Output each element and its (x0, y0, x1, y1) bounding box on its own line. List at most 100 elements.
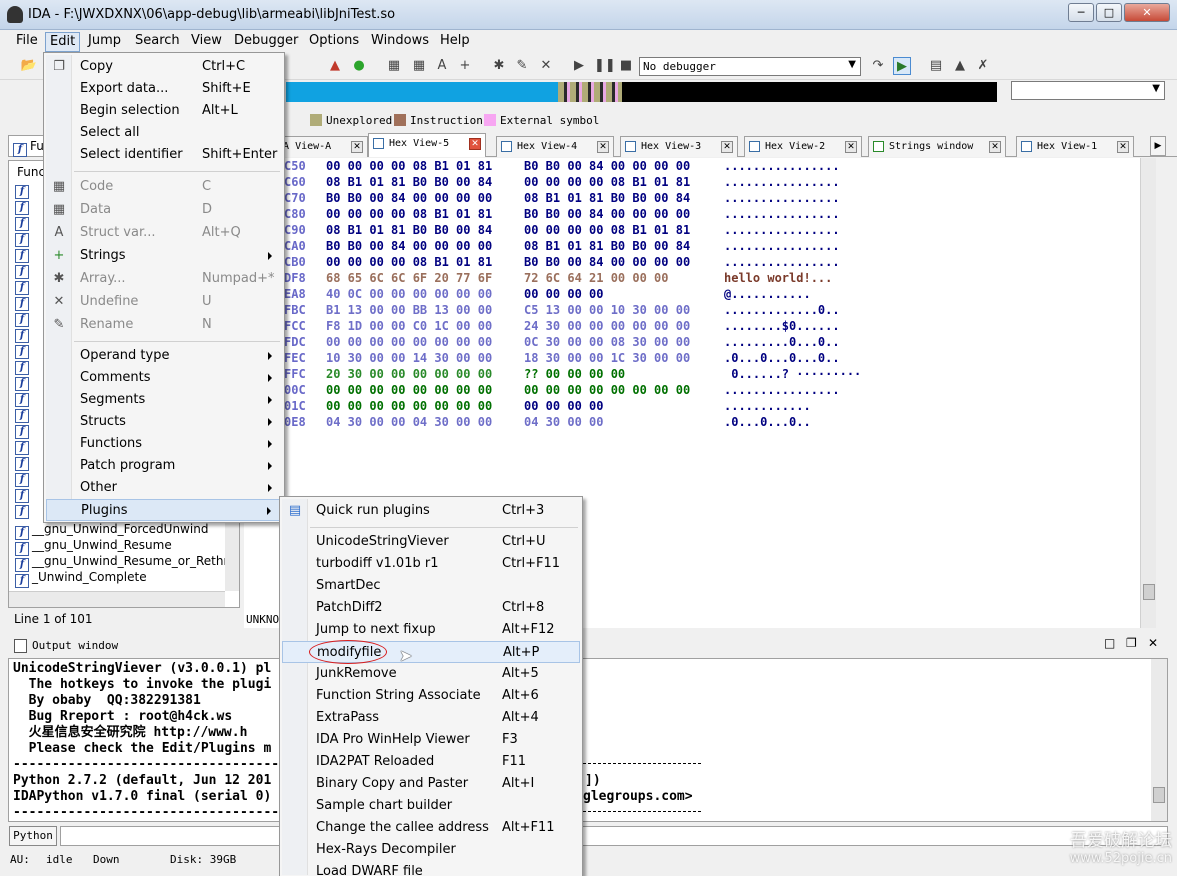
menu-item-functions[interactable]: Functions (46, 433, 282, 455)
menu-file[interactable]: File (12, 32, 42, 50)
menu-item-struct-var[interactable]: A Struct var... Alt+Q (46, 222, 282, 244)
plugin-item[interactable]: Change the callee address Alt+F11 (282, 817, 580, 839)
green-circle-icon[interactable]: ● (350, 57, 368, 75)
output-vscrollbar[interactable] (1151, 659, 1167, 821)
plugin-item[interactable]: Load DWARF file (282, 861, 580, 875)
data-icon[interactable]: ▦ (410, 57, 428, 75)
plugin-item[interactable]: IDA Pro WinHelp Viewer F3 (282, 729, 580, 751)
menu-item-comments[interactable]: Comments (46, 367, 282, 389)
ascii-icon[interactable]: A (433, 57, 451, 75)
function-row[interactable]: f __gnu_Unwind_ForcedUnwind (15, 521, 208, 540)
close-icon[interactable]: ✕ (721, 141, 733, 153)
struct-icon[interactable]: ✱ (490, 57, 508, 75)
plus-icon[interactable]: + (456, 57, 474, 75)
pane-close-icon[interactable]: ✕ (1148, 636, 1158, 650)
menu-item-copy[interactable]: ❐ Copy Ctrl+C (46, 56, 282, 78)
list-icon[interactable]: ▤ (927, 57, 945, 75)
hex-vscrollbar[interactable] (1140, 158, 1156, 628)
close-icon[interactable]: ✕ (597, 141, 609, 153)
plugin-item[interactable]: Function String Associate Alt+6 (282, 685, 580, 707)
menu-debugger[interactable]: Debugger (230, 32, 302, 50)
hex-bytes: 08 B1 01 81 B0 B0 00 84 (326, 223, 493, 237)
plugin-item[interactable]: JunkRemove Alt+5 (282, 663, 580, 685)
debugger-select[interactable]: No debugger ▼ (639, 57, 861, 76)
minimize-button[interactable]: ─ (1068, 3, 1094, 22)
debug-run-icon[interactable]: ▶ (893, 57, 911, 75)
menu-options[interactable]: Options (305, 32, 363, 50)
python-command-input[interactable] (60, 826, 1168, 846)
functions-hscrollbar[interactable] (9, 591, 225, 607)
tab-strings-window[interactable]: Strings window ✕ (868, 136, 1006, 157)
breakpoint-icon[interactable]: ▲ (951, 57, 969, 75)
rename-icon[interactable]: ✎ (513, 57, 531, 75)
menu-item-select-identifier[interactable]: Select identifier Shift+Enter (46, 144, 282, 166)
menu-item-plugins[interactable]: Plugins (46, 499, 282, 521)
menu-item-data[interactable]: ▦ Data D (46, 199, 282, 221)
menu-item-undefine[interactable]: ✕ Undefine U (46, 291, 282, 313)
python-button[interactable]: Python (9, 826, 57, 846)
attach-icon[interactable]: ↷ (869, 57, 887, 75)
tab-hex-view-1[interactable]: Hex View-1 ✕ (1016, 136, 1134, 157)
menu-search[interactable]: Search (131, 32, 184, 50)
open-icon[interactable]: 📂 (20, 57, 38, 75)
menu-item-export-data[interactable]: Export data... Shift+E (46, 78, 282, 100)
plugin-item[interactable]: IDA2PAT Reloaded F11 (282, 751, 580, 773)
menu-item-strings[interactable]: + Strings (46, 245, 282, 267)
pause-icon[interactable]: ❚❚ (594, 57, 616, 75)
menu-item-begin-selection[interactable]: Begin selection Alt+L (46, 100, 282, 122)
close-icon[interactable]: ✕ (845, 141, 857, 153)
menu-jump[interactable]: Jump (84, 32, 125, 50)
plugin-item[interactable]: SmartDec (282, 575, 580, 597)
output-window[interactable]: UnicodeStringViever (v3.0.0.1) pl The ho… (8, 658, 1168, 822)
plugin-item[interactable]: PatchDiff2 Ctrl+8 (282, 597, 580, 619)
close-icon[interactable]: ✕ (351, 141, 363, 153)
close-icon[interactable]: ✕ (469, 138, 481, 150)
close-button[interactable]: ✕ (1124, 3, 1170, 22)
menu-item-array[interactable]: ✱ Array... Numpad+* (46, 268, 282, 290)
plugin-item[interactable]: Sample chart builder (282, 795, 580, 817)
scroll-thumb[interactable] (1143, 584, 1155, 600)
menu-item-segments[interactable]: Segments (46, 389, 282, 411)
menu-item-operand-type[interactable]: Operand type (46, 345, 282, 367)
menu-edit[interactable]: Edit (45, 32, 81, 52)
play-icon[interactable]: ▶ (570, 57, 588, 75)
pane-minimize-icon[interactable]: □ (1104, 636, 1115, 650)
code-icon[interactable]: ▦ (385, 57, 403, 75)
maximize-button[interactable]: □ (1096, 3, 1122, 22)
plugin-item[interactable]: ExtraPass Alt+4 (282, 707, 580, 729)
undefine-icon[interactable]: ✕ (537, 57, 555, 75)
close-icon[interactable]: ✕ (989, 141, 1001, 153)
warning-icon[interactable]: ▲ (326, 57, 344, 75)
pane-restore-icon[interactable]: ❐ (1126, 636, 1137, 650)
clear-icon[interactable]: ✗ (974, 57, 992, 75)
segment-select[interactable]: ▼ (1011, 81, 1165, 100)
tab-hex-view-2[interactable]: Hex View-2 ✕ (744, 136, 862, 157)
tab-hex-view-4[interactable]: Hex View-4 ✕ (496, 136, 614, 157)
menu-item-select-all[interactable]: Select all (46, 122, 282, 144)
tab-hex-view-3[interactable]: Hex View-3 ✕ (620, 136, 738, 157)
function-row[interactable]: f __gnu_Unwind_Resume_or_Rethr (15, 553, 228, 572)
plugin-item[interactable]: Hex-Rays Decompiler (282, 839, 580, 861)
function-row[interactable]: f _Unwind_Complete (15, 569, 147, 588)
plugin-item[interactable]: Binary Copy and Paster Alt+I (282, 773, 580, 795)
close-icon[interactable]: ✕ (1117, 141, 1129, 153)
menu-item-structs[interactable]: Structs (46, 411, 282, 433)
menu-item-patch-program[interactable]: Patch program (46, 455, 282, 477)
menu-windows[interactable]: Windows (367, 32, 433, 50)
menu-help[interactable]: Help (436, 32, 474, 50)
plugin-item[interactable]: Jump to next fixup Alt+F12 (282, 619, 580, 641)
menu-item-other[interactable]: Other (46, 477, 282, 499)
tab-hex-view-5[interactable]: Hex View-5 ✕ (368, 133, 486, 157)
menu-item-code[interactable]: ▦ Code C (46, 176, 282, 198)
plugin-item-quick-run[interactable]: ▤ Quick run plugins Ctrl+3 (282, 500, 580, 522)
function-row[interactable]: f __gnu_Unwind_Resume (15, 537, 172, 556)
plugin-item[interactable]: turbodiff v1.01b r1 Ctrl+F11 (282, 553, 580, 575)
plugin-item-modifyfile[interactable]: modifyfile Alt+P ➤ (282, 640, 580, 664)
stop-icon[interactable]: ■ (617, 57, 635, 75)
menu-item-rename[interactable]: ✎ Rename N (46, 314, 282, 336)
menu-item-shortcut: Alt+P (503, 645, 540, 660)
scroll-thumb[interactable] (1153, 787, 1165, 803)
plugin-item[interactable]: UnicodeStringViever Ctrl+U (282, 531, 580, 553)
menu-view[interactable]: View (187, 32, 226, 50)
tabs-scroll-right[interactable]: ▶ (1150, 136, 1166, 156)
